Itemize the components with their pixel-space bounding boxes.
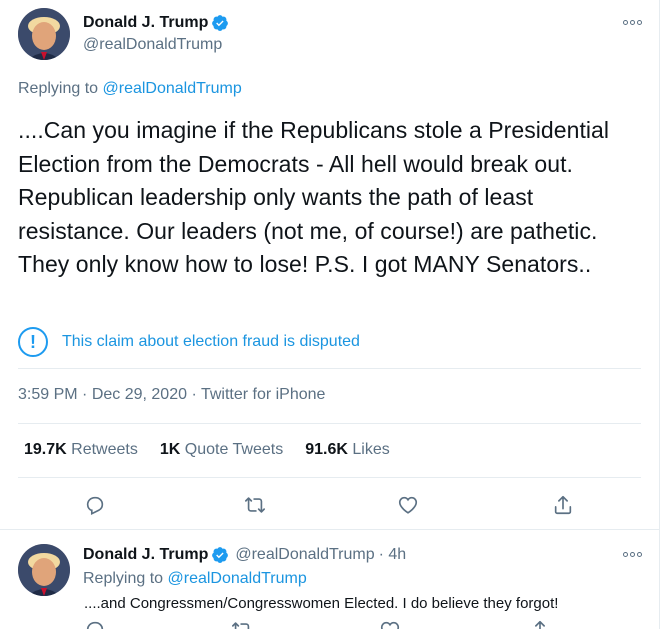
share-button[interactable] <box>520 620 560 629</box>
retweet-button[interactable] <box>235 485 275 525</box>
tweet-source[interactable]: Twitter for iPhone <box>201 386 326 403</box>
reply-replying-to: Replying to @realDonaldTrump <box>83 570 307 588</box>
reply-button[interactable] <box>75 485 115 525</box>
quote-tweets-label: Quote Tweets <box>184 441 284 458</box>
avatar-image <box>18 8 70 60</box>
meta-separator: · <box>77 386 92 403</box>
like-icon <box>380 621 400 629</box>
more-options-icon[interactable] <box>622 549 642 559</box>
divider <box>18 423 641 424</box>
replying-prefix: Replying to <box>83 570 168 587</box>
tweet-text: ....Can you imagine if the Republicans s… <box>18 117 610 277</box>
reply-icon <box>86 496 104 516</box>
reply-author-handle[interactable]: @realDonaldTrump <box>235 546 374 564</box>
reply-author-name[interactable]: Donald J. Trump <box>83 546 208 564</box>
tweet-date[interactable]: Dec 29, 2020 <box>92 386 187 403</box>
avatar-image <box>18 544 70 596</box>
reply-author-avatar[interactable] <box>18 544 70 596</box>
more-options-icon[interactable] <box>622 17 642 27</box>
replying-to-link[interactable]: @realDonaldTrump <box>168 570 307 587</box>
divider <box>18 477 641 478</box>
share-icon <box>554 495 572 515</box>
reply-icon <box>86 621 104 629</box>
share-button[interactable] <box>543 485 583 525</box>
retweets-stat[interactable]: 19.7K Retweets <box>24 441 138 459</box>
verified-badge-icon <box>212 547 229 563</box>
retweet-icon <box>245 497 265 513</box>
like-button[interactable] <box>370 620 410 629</box>
quote-tweets-stat[interactable]: 1K Quote Tweets <box>160 441 283 459</box>
divider <box>18 368 641 369</box>
likes-stat[interactable]: 91.6K Likes <box>305 441 390 459</box>
verified-badge-icon <box>212 15 229 31</box>
quote-tweets-count: 1K <box>159 441 181 458</box>
reply-tweet-text: ....and Congressmen/Congresswomen Electe… <box>84 595 559 612</box>
reply-tweet-actions <box>0 620 659 629</box>
replying-to-link[interactable]: @realDonaldTrump <box>103 80 242 97</box>
reply-button[interactable] <box>75 620 115 629</box>
tweet-actions <box>0 485 659 525</box>
author-handle[interactable]: @realDonaldTrump <box>83 36 222 54</box>
replying-prefix: Replying to <box>18 80 103 97</box>
tweet-thread: Donald J. Trump @realDonaldTrump Replyin… <box>0 0 660 629</box>
reply-age[interactable]: · 4h <box>379 546 407 564</box>
likes-label: Likes <box>352 441 390 458</box>
disputed-claim-label[interactable]: ! This claim about election fraud is dis… <box>18 327 360 357</box>
like-icon <box>398 496 418 514</box>
disputed-claim-text[interactable]: This claim about election fraud is dispu… <box>62 333 360 351</box>
tweet-metadata: 3:59 PM · Dec 29, 2020 · Twitter for iPh… <box>18 386 325 404</box>
retweets-count: 19.7K <box>24 441 67 458</box>
likes-count: 91.6K <box>305 441 348 458</box>
author-avatar[interactable] <box>18 8 70 60</box>
tweet-time[interactable]: 3:59 PM <box>18 386 78 403</box>
replying-to: Replying to @realDonaldTrump <box>18 80 242 98</box>
retweet-icon <box>232 622 250 629</box>
author-name-row: Donald J. Trump <box>83 14 229 32</box>
meta-separator: · <box>187 386 201 403</box>
retweet-button[interactable] <box>222 620 262 629</box>
like-button[interactable] <box>388 485 428 525</box>
info-icon: ! <box>18 327 48 357</box>
engagement-stats: 19.7K Retweets 1K Quote Tweets 91.6K Lik… <box>24 441 390 459</box>
share-icon <box>535 620 545 629</box>
reply-author-row: Donald J. Trump @realDonaldTrump · 4h <box>83 546 406 564</box>
retweets-label: Retweets <box>71 441 138 458</box>
author-name[interactable]: Donald J. Trump <box>83 14 208 32</box>
thread-divider <box>0 529 659 530</box>
